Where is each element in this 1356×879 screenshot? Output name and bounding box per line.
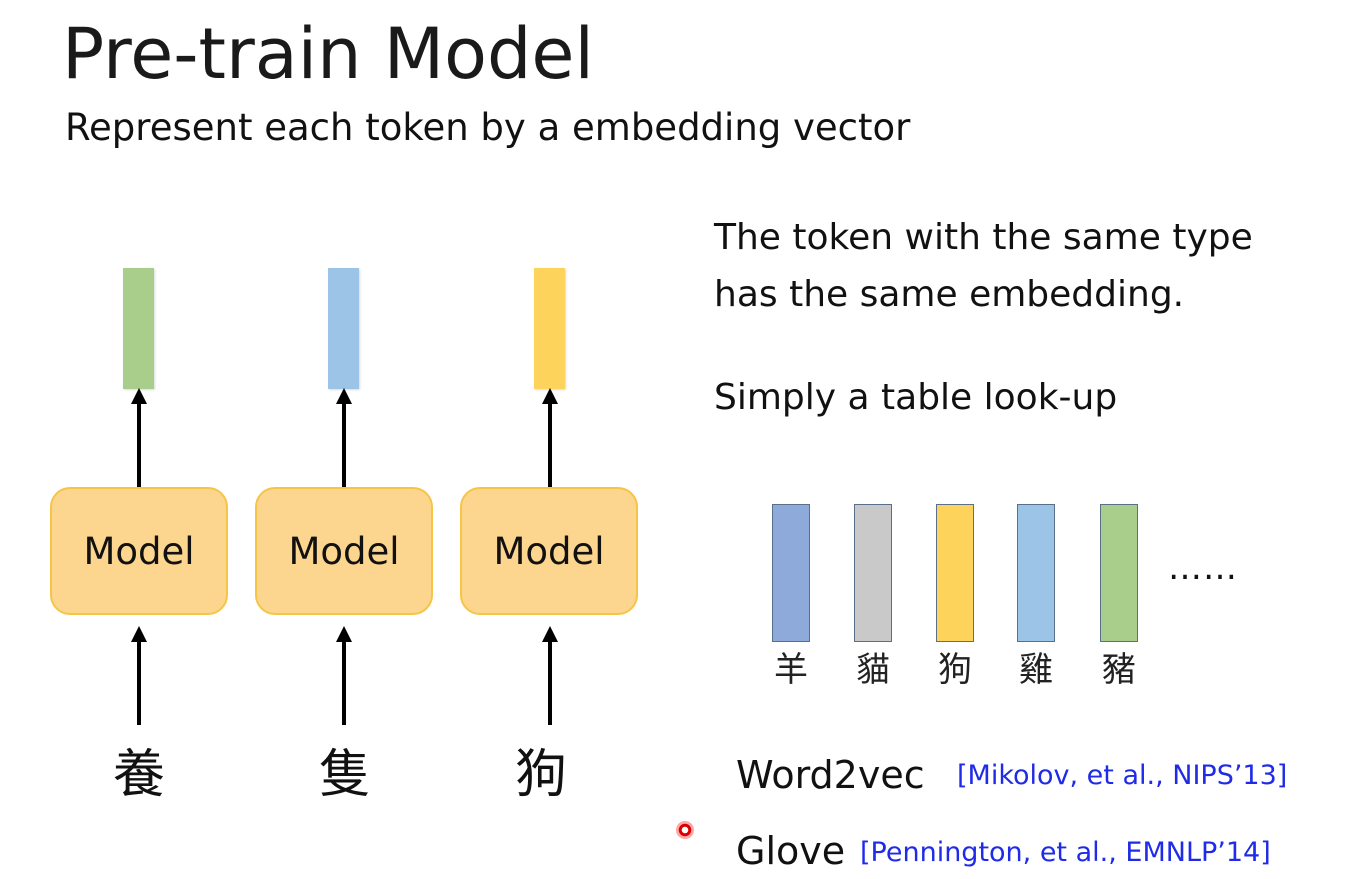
table-ellipsis: …… <box>1168 548 1238 588</box>
reference-glove-citation[interactable]: [Pennington, et al., EMNLP’14] <box>860 833 1271 873</box>
table-label: 貓 <box>856 650 890 690</box>
arrow-line <box>342 402 346 488</box>
table-vector <box>854 504 892 642</box>
arrow-line <box>548 402 552 488</box>
table-vector <box>772 504 810 642</box>
table-vector <box>936 504 974 642</box>
model-label: Model <box>493 529 605 573</box>
model-label: Model <box>288 529 400 573</box>
model-box-1: Model <box>50 487 228 615</box>
input-token-2: 隻 <box>318 745 371 805</box>
reference-word2vec: Word2vec <box>736 753 925 797</box>
table-label: 羊 <box>774 650 808 690</box>
table-label: 豬 <box>1102 650 1136 690</box>
note-line-3: Simply a table look-up <box>714 377 1118 418</box>
reference-word2vec-citation[interactable]: [Mikolov, et al., NIPS’13] <box>957 756 1287 796</box>
table-label: 狗 <box>938 650 972 690</box>
note-line-1: The token with the same type <box>714 217 1253 258</box>
model-label: Model <box>83 529 195 573</box>
model-box-2: Model <box>255 487 433 615</box>
arrow-line <box>137 402 141 488</box>
table-vector <box>1017 504 1055 642</box>
embedding-vector-2 <box>328 268 359 389</box>
arrow-line <box>548 640 552 725</box>
model-box-3: Model <box>460 487 638 615</box>
embedding-vector-3 <box>534 268 565 389</box>
input-token-1: 養 <box>112 745 165 805</box>
table-label: 雞 <box>1019 650 1053 690</box>
reference-glove: Glove <box>736 829 846 873</box>
slide-subtitle: Represent each token by a embedding vect… <box>65 106 911 149</box>
table-vector <box>1100 504 1138 642</box>
input-token-3: 狗 <box>514 745 567 805</box>
laser-pointer-icon <box>676 821 694 839</box>
slide-title: Pre-train Model <box>62 13 594 95</box>
arrow-line <box>137 640 141 725</box>
embedding-vector-1 <box>123 268 154 389</box>
arrow-line <box>342 640 346 725</box>
note-line-2: has the same embedding. <box>714 274 1185 315</box>
